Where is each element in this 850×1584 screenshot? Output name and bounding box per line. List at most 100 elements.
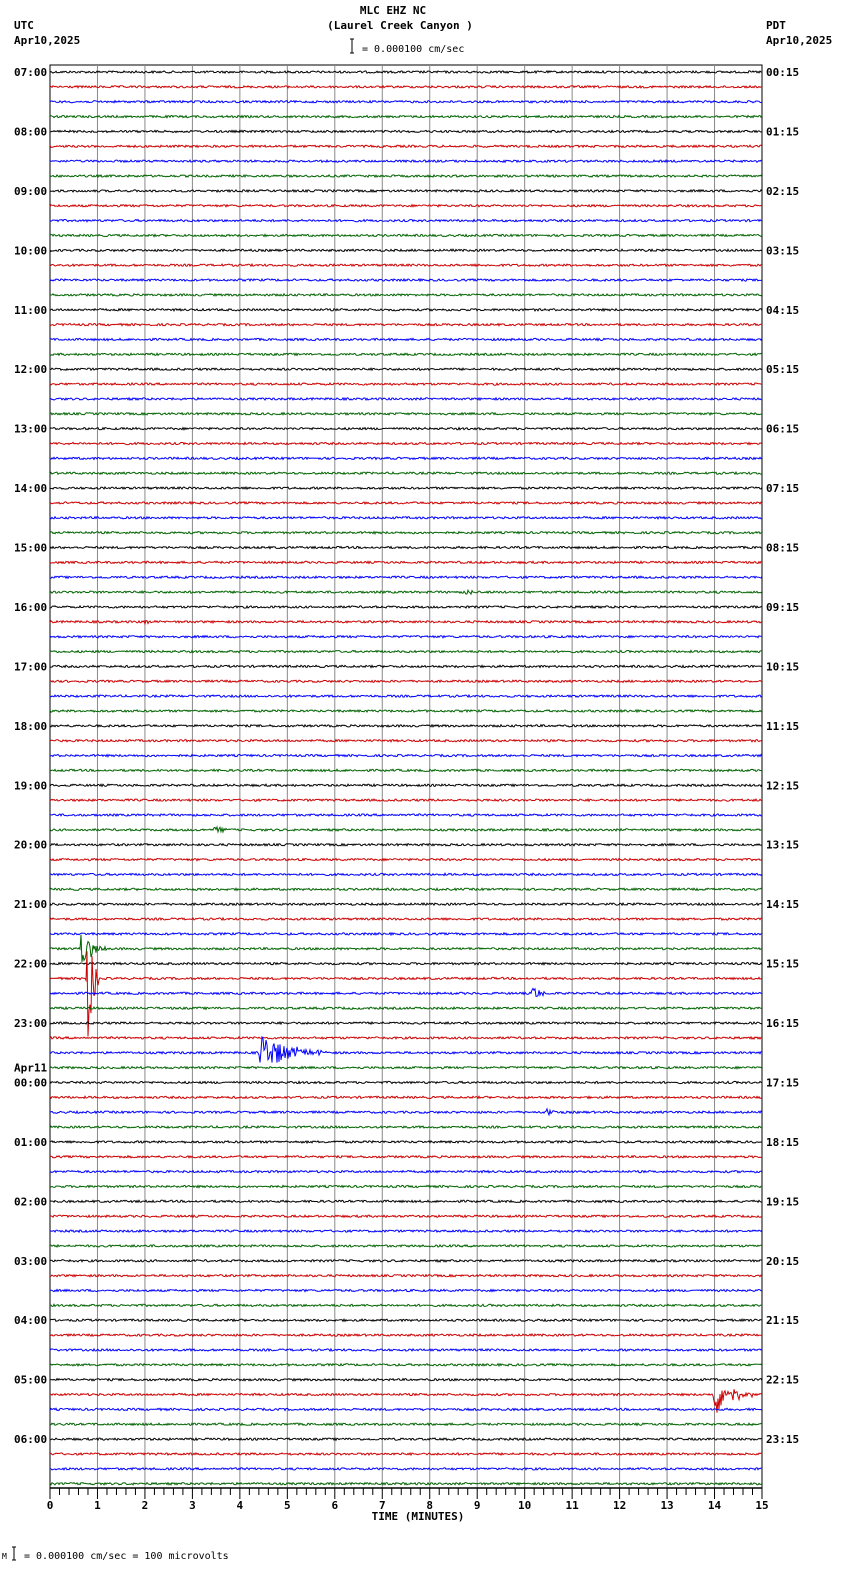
trace-line — [49, 887, 763, 892]
trace-line — [49, 1422, 763, 1427]
trace-line — [49, 470, 763, 476]
left-time-label: 00:00 — [14, 1076, 47, 1089]
trace-line — [49, 1451, 763, 1457]
x-tick-label: 5 — [284, 1499, 291, 1512]
left-time-label: 10:00 — [14, 244, 47, 257]
right-time-label: 17:15 — [766, 1076, 799, 1089]
trace-line — [49, 619, 763, 626]
right-time-label: 20:15 — [766, 1255, 799, 1268]
x-tick-label: 9 — [474, 1499, 481, 1512]
left-time-label: 14:00 — [14, 482, 47, 495]
x-tick-label: 4 — [237, 1499, 244, 1512]
trace-line — [49, 1095, 763, 1100]
trace-line — [49, 1124, 763, 1130]
station-title: MLC EHZ NC — [360, 4, 426, 17]
trace-line — [49, 1065, 763, 1070]
trace-line — [49, 812, 763, 818]
trace-line — [49, 1243, 763, 1249]
trace-line — [49, 1377, 763, 1382]
trace-line — [49, 144, 763, 149]
x-tick-label: 3 — [189, 1499, 196, 1512]
left-time-label: 04:00 — [14, 1314, 47, 1327]
right-time-label: 13:15 — [766, 839, 799, 852]
trace-line — [49, 857, 763, 862]
left-time-label: 16:00 — [14, 601, 47, 614]
footer-marker: M — [2, 1552, 7, 1561]
left-time-label: 05:00 — [14, 1374, 47, 1387]
trace-line — [49, 367, 763, 372]
trace-line — [49, 783, 763, 788]
trace-line — [49, 69, 763, 75]
trace-line — [49, 693, 763, 699]
trace-line — [49, 382, 762, 387]
trace-line — [49, 173, 763, 179]
trace-line — [49, 987, 762, 998]
x-tick-label: 15 — [755, 1499, 768, 1512]
trace-line — [49, 233, 763, 238]
trace-line — [49, 723, 763, 728]
left-time-label: 12:00 — [14, 363, 47, 376]
trace-line — [50, 575, 763, 580]
trace-line — [49, 1436, 763, 1442]
trace-line — [49, 961, 763, 966]
left-time-label: 21:00 — [14, 898, 47, 911]
x-tick-label: 11 — [566, 1499, 580, 1512]
trace-line — [49, 1288, 763, 1293]
right-time-label: 12:15 — [766, 779, 799, 792]
trace-line — [49, 158, 763, 164]
trace-line — [49, 798, 763, 803]
right-time-label: 10:15 — [766, 660, 799, 673]
right-time-label: 21:15 — [766, 1314, 799, 1327]
trace-line — [49, 1258, 763, 1263]
footer-scale-label: = 0.000100 cm/sec = 100 microvolts — [24, 1551, 229, 1562]
trace-line — [49, 99, 763, 104]
trace-line — [49, 203, 763, 208]
trace-line — [49, 1332, 763, 1338]
trace-line — [49, 188, 763, 193]
footer-scale-bar-icon — [12, 1546, 16, 1561]
left-time-label: 02:00 — [14, 1195, 47, 1208]
right-time-label: 18:15 — [766, 1136, 799, 1149]
left-time-label: 15:00 — [14, 542, 47, 555]
trace-line — [49, 248, 763, 253]
trace-line — [49, 292, 763, 297]
trace-line — [49, 129, 763, 134]
right-time-label: 08:15 — [766, 542, 799, 555]
right-time-label: 14:15 — [766, 898, 799, 911]
trace-line — [49, 560, 763, 565]
x-tick-label: 1 — [94, 1499, 101, 1512]
right-time-label: 06:15 — [766, 423, 799, 436]
right-time-label: 15:15 — [766, 958, 799, 971]
right-time-label: 03:15 — [766, 244, 799, 257]
trace-line — [49, 322, 763, 327]
left-time-label: 07:00 — [14, 66, 47, 79]
right-time-label: 01:15 — [766, 125, 799, 138]
right-date: Apr10,2025 — [766, 34, 832, 47]
trace-line — [49, 1020, 763, 1026]
scale-label: = 0.000100 cm/sec — [362, 44, 464, 55]
right-time-label: 16:15 — [766, 1017, 799, 1030]
x-tick-label: 10 — [518, 1499, 531, 1512]
left-time-label: 01:00 — [14, 1136, 47, 1149]
trace-line — [49, 931, 763, 937]
trace-line — [49, 588, 763, 596]
trace-line — [49, 1228, 763, 1234]
right-time-label: 09:15 — [766, 601, 799, 614]
trace-line — [49, 530, 762, 535]
left-time-label: 18:00 — [14, 720, 47, 733]
trace-line — [49, 307, 763, 313]
trace-line — [49, 1303, 763, 1308]
left-timezone: UTC — [14, 19, 34, 32]
right-time-label: 02:15 — [766, 185, 799, 198]
x-tick-label: 0 — [47, 1499, 54, 1512]
trace-line — [49, 1466, 763, 1471]
left-date: Apr10,2025 — [14, 34, 80, 47]
trace-line — [49, 1347, 763, 1353]
trace-line — [49, 664, 763, 669]
trace-line — [49, 738, 763, 743]
x-tick-label: 13 — [660, 1499, 673, 1512]
right-time-label: 00:15 — [766, 66, 799, 79]
trace-line — [49, 500, 763, 506]
trace-line — [49, 441, 763, 446]
trace-line — [50, 352, 763, 357]
